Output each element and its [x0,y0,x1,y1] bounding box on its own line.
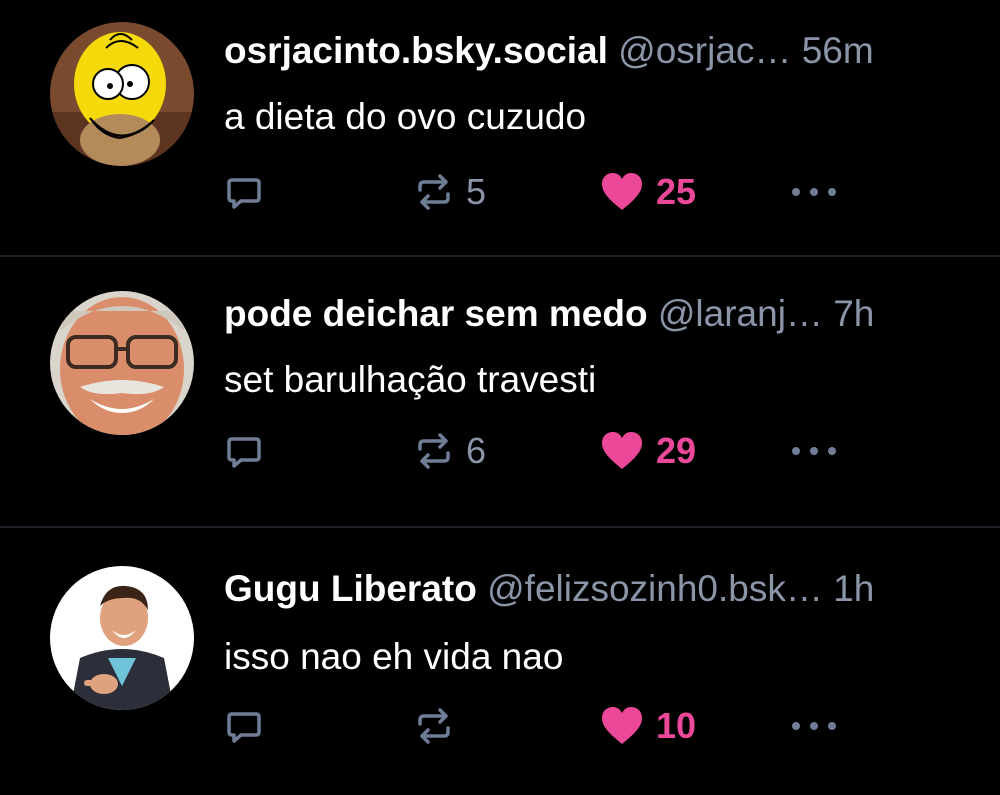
more-options-button[interactable] [790,170,838,214]
more-options-icon [790,186,838,198]
avatar[interactable] [50,291,194,435]
post-header: pode deichar sem medo @laranj… 7h [224,291,960,337]
man-pointing-avatar [50,566,194,710]
more-options-icon [790,720,838,732]
like-count: 29 [656,430,697,471]
handle[interactable]: @osrjac… [618,30,791,71]
post-feed: osrjacinto.bsky.social @osrjac… 56m a di… [0,0,1000,791]
post-text: isso nao eh vida nao [224,636,564,677]
handle[interactable]: @laranj… [658,293,823,334]
timestamp[interactable]: 7h [833,293,874,334]
like-button[interactable]: 29 [600,429,696,473]
reply-button[interactable] [224,429,264,473]
reply-icon [224,172,264,212]
post-header: osrjacinto.bsky.social @osrjac… 56m [224,28,960,74]
like-count: 25 [656,171,697,212]
avatar[interactable] [50,22,194,166]
display-name[interactable]: pode deichar sem medo [224,293,648,334]
repost-button[interactable]: 6 [414,429,486,473]
heart-icon [600,172,644,212]
post[interactable]: Gugu Liberato @felizsozinh0.bsk… 1h isso… [0,528,1000,795]
like-button[interactable]: 10 [600,704,696,748]
post-actions: 10 [224,704,924,748]
repost-button[interactable] [414,704,466,748]
homer-simpson-avatar [50,22,194,166]
display-name[interactable]: Gugu Liberato [224,568,477,609]
avatar[interactable] [50,566,194,710]
post-actions: 6 29 [224,429,924,473]
heart-icon [600,431,644,471]
reply-button[interactable] [224,704,264,748]
reply-icon [224,706,264,746]
post[interactable]: pode deichar sem medo @laranj… 7h set ba… [0,257,1000,526]
like-button[interactable]: 25 [600,170,696,214]
repost-icon [414,431,454,471]
like-count: 10 [656,705,697,746]
repost-button[interactable]: 5 [414,170,486,214]
more-options-icon [790,445,838,457]
post[interactable]: osrjacinto.bsky.social @osrjac… 56m a di… [0,0,1000,255]
timestamp[interactable]: 1h [833,568,874,609]
post-actions: 5 25 [224,170,924,214]
post-text: set barulhação travesti [224,359,597,400]
smiling-man-glasses-avatar [50,291,194,435]
post-text: a dieta do ovo cuzudo [224,96,587,137]
repost-count: 5 [466,171,487,212]
timestamp[interactable]: 56m [802,30,874,71]
reply-button[interactable] [224,170,264,214]
heart-icon [600,706,644,746]
more-options-button[interactable] [790,429,838,473]
repost-icon [414,706,454,746]
handle[interactable]: @felizsozinh0.bsk… [487,568,823,609]
repost-icon [414,172,454,212]
display-name[interactable]: osrjacinto.bsky.social [224,30,608,71]
repost-count: 6 [466,430,487,471]
reply-icon [224,431,264,471]
more-options-button[interactable] [790,704,838,748]
post-header: Gugu Liberato @felizsozinh0.bsk… 1h [224,566,960,612]
